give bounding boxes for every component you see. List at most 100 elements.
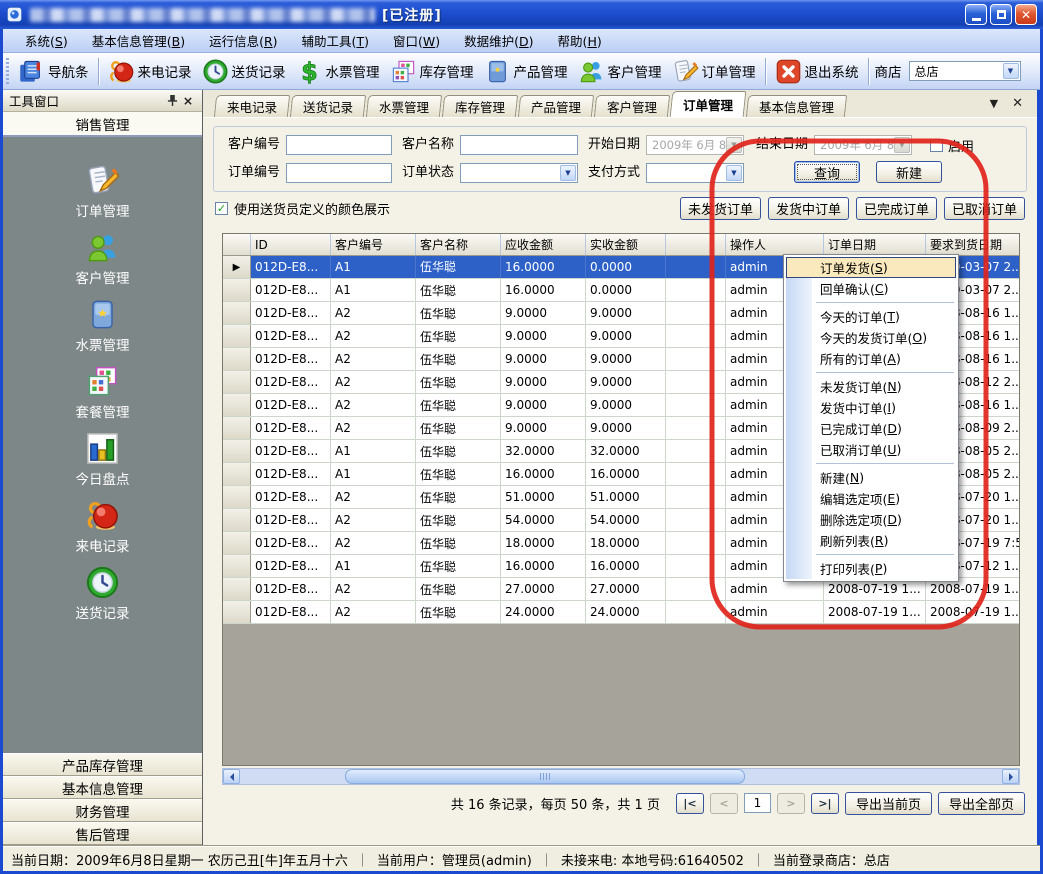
order-state-button[interactable]: 发货中订单 xyxy=(768,197,849,220)
sidebar-item-customer-people[interactable]: 客户管理 xyxy=(76,230,130,287)
row-selector-cell[interactable] xyxy=(223,440,251,462)
table-row[interactable]: 012D-E8...A2伍华聪24.000024.0000admin2008-0… xyxy=(223,601,1019,624)
scroll-right-icon[interactable] xyxy=(1002,769,1019,784)
grid-col-header[interactable]: 要求到货日期 xyxy=(926,234,1020,255)
first-page-button[interactable]: |< xyxy=(676,793,704,814)
toolbar-grip[interactable] xyxy=(6,58,9,84)
minimize-button[interactable] xyxy=(965,4,987,25)
tab-订单管理[interactable]: 订单管理 xyxy=(670,91,747,117)
grid-col-header[interactable]: 客户名称 xyxy=(416,234,501,255)
sidebar-item-combo-grid[interactable]: 套餐管理 xyxy=(76,364,130,421)
horizontal-scrollbar[interactable] xyxy=(222,768,1020,785)
row-selector-cell[interactable] xyxy=(223,601,251,623)
context-menu-item[interactable]: 编辑选定项(E) xyxy=(786,488,956,509)
sidebar-group-button[interactable]: 财务管理 xyxy=(3,799,202,822)
tabs-close-icon[interactable]: ✕ xyxy=(1012,96,1023,111)
order-state-button[interactable]: 已完成订单 xyxy=(856,197,937,220)
row-selector-cell[interactable] xyxy=(223,509,251,531)
order-state-button[interactable]: 未发货订单 xyxy=(680,197,761,220)
sidebar-item-ticket-card[interactable]: 水票管理 xyxy=(76,297,130,354)
row-selector-cell[interactable] xyxy=(223,578,251,600)
menubar-item[interactable]: 基本信息管理(B) xyxy=(80,27,197,54)
query-button[interactable]: 查询 xyxy=(794,161,860,183)
context-menu-item[interactable]: 已取消订单(U) xyxy=(786,439,956,460)
sidebar-item-call-bell[interactable]: 来电记录 xyxy=(76,498,130,555)
chevron-down-icon[interactable]: ▼ xyxy=(1003,63,1019,79)
tab-库存管理[interactable]: 库存管理 xyxy=(442,95,518,117)
row-selector-cell[interactable] xyxy=(223,463,251,485)
order-no-input[interactable] xyxy=(286,163,392,183)
pin-icon[interactable] xyxy=(164,93,180,109)
menubar-item[interactable]: 帮助(H) xyxy=(546,27,614,54)
tab-送货记录[interactable]: 送货记录 xyxy=(290,95,366,117)
tab-来电记录[interactable]: 来电记录 xyxy=(214,95,290,117)
sidebar-close-icon[interactable]: × xyxy=(180,93,196,109)
sidebar-item-stock-chart[interactable]: 今日盘点 xyxy=(76,431,130,488)
row-selector-cell[interactable] xyxy=(223,555,251,577)
page-number-input[interactable]: 1 xyxy=(744,793,771,813)
tab-水票管理[interactable]: 水票管理 xyxy=(366,95,442,117)
start-date-picker[interactable]: 2009年 6月 8日 ▼ xyxy=(646,135,744,155)
color-checkbox[interactable]: ✓ xyxy=(215,202,228,215)
context-menu-item[interactable]: 删除选定项(D) xyxy=(786,509,956,530)
row-selector-cell[interactable] xyxy=(223,302,251,324)
row-selector-cell[interactable] xyxy=(223,417,251,439)
grid-col-header[interactable]: 操作人 xyxy=(726,234,824,255)
context-menu-item[interactable]: 打印列表(P) xyxy=(786,558,956,579)
context-menu-item[interactable]: 已完成订单(D) xyxy=(786,418,956,439)
context-menu-item[interactable]: 订单发货(S) xyxy=(786,257,956,278)
context-menu-item[interactable]: 今天的订单(T) xyxy=(786,306,956,327)
chevron-down-icon[interactable]: ▼ xyxy=(726,137,742,153)
row-selector-cell[interactable] xyxy=(223,532,251,554)
menubar-item[interactable]: 数据维护(D) xyxy=(452,27,545,54)
grid-col-header[interactable] xyxy=(666,234,726,255)
menubar-item[interactable]: 辅助工具(T) xyxy=(290,27,381,54)
sidebar-item-order-pen[interactable]: 订单管理 xyxy=(76,163,130,220)
row-selector-cell[interactable] xyxy=(223,279,251,301)
sidebar-item-delivery-clock[interactable]: 送货记录 xyxy=(76,565,130,622)
grid-col-header[interactable]: ID xyxy=(251,234,331,255)
menubar-item[interactable]: 系统(S) xyxy=(13,27,80,54)
menubar-item[interactable]: 运行信息(R) xyxy=(197,27,289,54)
scrollbar-thumb[interactable] xyxy=(345,769,745,784)
scroll-left-icon[interactable] xyxy=(223,769,240,784)
grid-col-header[interactable]: 订单日期 xyxy=(824,234,926,255)
grid-col-header[interactable]: 客户编号 xyxy=(331,234,416,255)
export-current-page-button[interactable]: 导出当前页 xyxy=(845,792,932,815)
maximize-button[interactable] xyxy=(990,4,1012,25)
toolbar-button-customer-people[interactable]: 客户管理 xyxy=(573,56,667,87)
toolbar-button-product-book[interactable]: 产品管理 xyxy=(479,56,573,87)
context-menu-item[interactable]: 发货中订单(I) xyxy=(786,397,956,418)
context-menu-item[interactable]: 新建(N) xyxy=(786,467,956,488)
sidebar-section-header[interactable]: 销售管理 xyxy=(3,112,202,137)
export-all-pages-button[interactable]: 导出全部页 xyxy=(938,792,1025,815)
row-selector-cell[interactable] xyxy=(223,348,251,370)
customer-name-input[interactable] xyxy=(460,135,578,155)
chevron-down-icon[interactable]: ▼ xyxy=(726,165,742,181)
chevron-down-icon[interactable]: ▼ xyxy=(560,165,576,181)
last-page-button[interactable]: >| xyxy=(811,793,839,814)
row-selector-cell[interactable] xyxy=(223,325,251,347)
menubar-item[interactable]: 窗口(W) xyxy=(381,27,452,54)
pay-method-select[interactable]: ▼ xyxy=(646,163,744,183)
row-selector-cell[interactable] xyxy=(223,486,251,508)
next-page-button[interactable]: > xyxy=(777,793,805,814)
tab-基本信息管理[interactable]: 基本信息管理 xyxy=(746,95,847,117)
order-state-button[interactable]: 已取消订单 xyxy=(944,197,1025,220)
context-menu-item[interactable]: 今天的发货订单(O) xyxy=(786,327,956,348)
checkbox-icon[interactable] xyxy=(930,139,943,152)
sidebar-group-button[interactable]: 产品库存管理 xyxy=(3,753,202,776)
order-status-select[interactable]: ▼ xyxy=(460,163,578,183)
prev-page-button[interactable]: < xyxy=(710,793,738,814)
new-button[interactable]: 新建 xyxy=(876,161,942,183)
row-selector-cell[interactable] xyxy=(223,371,251,393)
toolbar-button-exit-x[interactable]: 退出系统 xyxy=(770,56,864,87)
toolbar-button-order-pen[interactable]: 订单管理 xyxy=(667,56,761,87)
grid-col-header[interactable] xyxy=(223,234,251,255)
context-menu-item[interactable]: 所有的订单(A) xyxy=(786,348,956,369)
grid-col-header[interactable]: 应收金额 xyxy=(501,234,586,255)
tab-客户管理[interactable]: 客户管理 xyxy=(594,95,670,117)
end-date-picker[interactable]: 2009年 6月 8日 ▼ xyxy=(814,135,912,155)
sidebar-group-button[interactable]: 售后管理 xyxy=(3,822,202,845)
grid-col-header[interactable]: 实收金额 xyxy=(586,234,666,255)
